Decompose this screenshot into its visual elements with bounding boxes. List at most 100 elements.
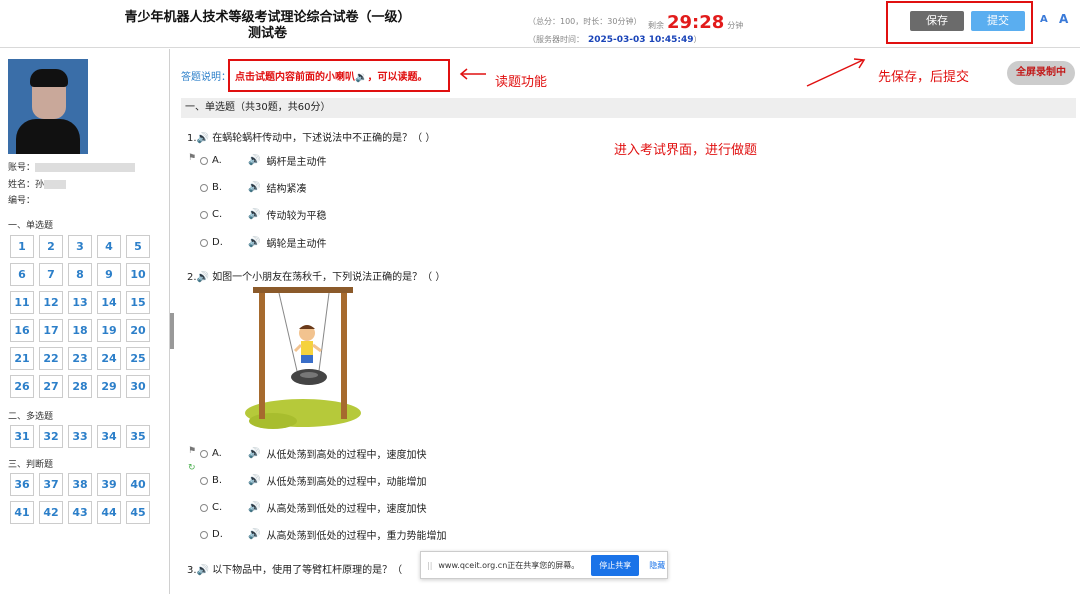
exam-header: 青少年机器人技术等级考试理论综合试卷（一级） 测试卷 （总分：100，时长：30…	[0, 0, 1080, 48]
q1-option-a[interactable]: A. 🔊 蜗杆是主动件	[200, 153, 326, 168]
speaker-icon: 🔊	[248, 529, 261, 540]
question-nav-button[interactable]: 28	[68, 375, 92, 398]
question-nav-button[interactable]: 24	[97, 347, 121, 370]
question-nav-button[interactable]: 10	[126, 263, 150, 286]
avatar	[8, 59, 88, 154]
refresh-icon[interactable]: ↻	[188, 463, 196, 473]
stop-sharing-button[interactable]: 停止共享	[591, 554, 640, 576]
name-row: 姓名：孙	[8, 177, 67, 190]
question-nav-button[interactable]: 30	[126, 375, 150, 398]
question-nav-button[interactable]: 7	[39, 263, 63, 286]
question-1-title[interactable]: 1.🔊 在蜗轮蜗杆传动中，下述说法中不正确的是？（ ）	[187, 129, 435, 144]
question-nav-button[interactable]: 29	[97, 375, 121, 398]
question-nav-button[interactable]: 41	[10, 501, 34, 524]
question-nav-button[interactable]: 22	[39, 347, 63, 370]
question-nav-button[interactable]: 42	[39, 501, 63, 524]
question-nav-button[interactable]: 19	[97, 319, 121, 342]
question-3-title[interactable]: 3.🔊 以下物品中，使用了等臂杠杆原理的是？（	[187, 561, 402, 576]
account-blurred	[35, 163, 136, 172]
annotation-enter-exam: 进入考试界面，进行做题	[614, 143, 758, 158]
question-2-title[interactable]: 2.🔊 如图一个小朋友在荡秋千，下列说法正确的是？（ ）	[187, 268, 445, 283]
question-nav-button[interactable]: 18	[68, 319, 92, 342]
multi-choice-grid: 31 32 33 34 35	[10, 425, 150, 448]
font-decrease-icon[interactable]: A	[1040, 14, 1048, 25]
question-nav-button[interactable]: 39	[97, 473, 121, 496]
q2-option-b[interactable]: B. 🔊 从低处荡到高处的过程中，动能增加	[200, 473, 426, 488]
speaker-icon: 🔊	[248, 209, 261, 220]
question-nav-button[interactable]: 38	[68, 473, 92, 496]
question-nav-button[interactable]: 11	[10, 291, 34, 314]
font-increase-icon[interactable]: A	[1059, 12, 1068, 26]
question-nav-button[interactable]: 6	[10, 263, 34, 286]
question-nav-button[interactable]: 12	[39, 291, 63, 314]
exam-title-line1: 青少年机器人技术等级考试理论综合试卷（一级）	[124, 10, 411, 25]
annotation-save-submit: 先保存，后提交	[878, 70, 970, 85]
speaker-icon: 🔊	[248, 237, 261, 248]
question-nav-button[interactable]: 13	[68, 291, 92, 314]
speaker-icon[interactable]: 🔊	[197, 133, 209, 144]
account-row: 账号：	[8, 160, 136, 173]
q1-option-b[interactable]: B. 🔊 结构紧凑	[200, 180, 306, 195]
annotation-read-feature: 读题功能	[495, 75, 548, 90]
swing-illustration	[245, 287, 361, 429]
remain-label: 剩余	[648, 21, 664, 30]
question-nav-button[interactable]: 4	[97, 235, 121, 258]
question-nav-button[interactable]: 2	[39, 235, 63, 258]
question-nav-button[interactable]: 37	[39, 473, 63, 496]
question-nav-button[interactable]: 17	[39, 319, 63, 342]
question-nav-button[interactable]: 31	[10, 425, 34, 448]
question-nav-button[interactable]: 5	[126, 235, 150, 258]
drag-grip-icon[interactable]: ||	[427, 561, 432, 570]
q2-option-c[interactable]: C. 🔊 从高处荡到低处的过程中，速度加快	[200, 500, 426, 515]
question-nav-button[interactable]: 15	[126, 291, 150, 314]
server-time-value: 2025-03-03 10:45:49	[588, 35, 694, 45]
speaker-icon: 🔊	[248, 502, 261, 513]
question-nav-button[interactable]: 35	[126, 425, 150, 448]
question-nav-button[interactable]: 3	[68, 235, 92, 258]
question-nav-button[interactable]: 34	[97, 425, 121, 448]
countdown-timer: 29:28	[667, 12, 725, 33]
flag-icon[interactable]: ⚑	[188, 153, 196, 163]
speaker-icon[interactable]: 🔊	[197, 565, 209, 576]
single-choice-grid: 1 2 3 4 5 6 7 8 9 10 11 12 13 14 15 16 17 18 19 20 21 22 23 24 2…	[10, 235, 150, 398]
remain-unit: 分钟	[727, 21, 744, 30]
q1-option-d[interactable]: D. 🔊 蜗轮是主动件	[200, 235, 326, 250]
hide-share-bar-link[interactable]: 隐藏	[649, 560, 665, 571]
question-nav-button[interactable]: 36	[10, 473, 34, 496]
question-nav-button[interactable]: 33	[68, 425, 92, 448]
nav-section-multi: 二、多选题	[8, 412, 54, 422]
submit-button[interactable]: 提交	[971, 11, 1025, 31]
nav-section-judge: 三、判断题	[8, 460, 54, 470]
save-button[interactable]: 保存	[910, 11, 964, 31]
question-nav-button[interactable]: 40	[126, 473, 150, 496]
share-text: www.qceit.org.cn正在共享您的屏幕。	[438, 560, 580, 570]
question-nav-button[interactable]: 32	[39, 425, 63, 448]
question-nav-button[interactable]: 14	[97, 291, 121, 314]
question-nav-button[interactable]: 45	[126, 501, 150, 524]
id-row: 编号：	[8, 196, 36, 206]
remaining-time: 剩余 29:28 分钟	[648, 12, 743, 33]
question-nav-button[interactable]: 21	[10, 347, 34, 370]
exam-title-line2: 测试卷	[247, 26, 287, 41]
server-time: （服务器时间： 2025-03-03 10:45:49）	[528, 35, 702, 45]
question-nav-button[interactable]: 23	[68, 347, 92, 370]
question-nav-button[interactable]: 16	[10, 319, 34, 342]
q2-option-a[interactable]: A. 🔊 从低处荡到高处的过程中，速度加快	[200, 446, 426, 461]
question-nav-button[interactable]: 26	[10, 375, 34, 398]
speaker-icon: 🔊	[248, 448, 261, 459]
pane-splitter-handle[interactable]	[170, 313, 174, 349]
exam-title: 青少年机器人技术等级考试理论综合试卷（一级） 测试卷	[60, 10, 475, 42]
question-nav-button[interactable]: 1	[10, 235, 34, 258]
q1-option-c[interactable]: C. 🔊 传动较为平稳	[200, 207, 326, 222]
question-nav-button[interactable]: 9	[97, 263, 121, 286]
flag-icon[interactable]: ⚑	[188, 446, 196, 456]
question-nav-button[interactable]: 25	[126, 347, 150, 370]
q2-option-d[interactable]: D. 🔊 从高处荡到低处的过程中，重力势能增加	[200, 527, 446, 542]
score-info: （总分：100，时长：30分钟）	[528, 17, 642, 26]
question-nav-button[interactable]: 20	[126, 319, 150, 342]
speaker-icon[interactable]: 🔊	[197, 272, 209, 283]
question-nav-button[interactable]: 27	[39, 375, 63, 398]
question-nav-button[interactable]: 44	[97, 501, 121, 524]
question-nav-button[interactable]: 43	[68, 501, 92, 524]
question-nav-button[interactable]: 8	[68, 263, 92, 286]
